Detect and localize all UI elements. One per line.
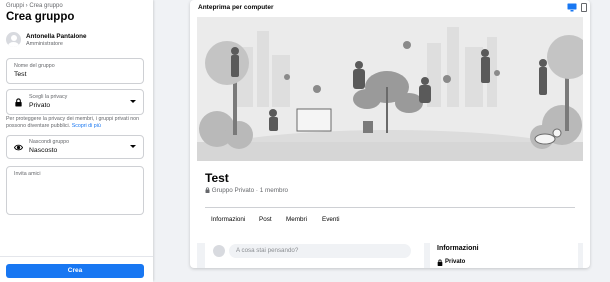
preview-title: Anteprima per computer	[198, 4, 274, 11]
learn-more-link[interactable]: Scopri di più	[72, 123, 101, 129]
hide-group-value: Nascosto	[29, 147, 58, 154]
admin-name: Antonella Pantalone	[26, 33, 87, 40]
cover-illustration	[197, 17, 583, 161]
post-input[interactable]: A cosa stai pensando?	[229, 244, 411, 258]
privacy-label: Scegli la privacy	[29, 94, 68, 100]
hide-group-label: Nascondi gruppo	[29, 139, 70, 145]
tab-eventi[interactable]: Eventi	[322, 216, 340, 223]
page-title: Crea gruppo	[6, 11, 75, 23]
create-button[interactable]: Crea	[6, 264, 144, 278]
mobile-icon[interactable]	[581, 3, 587, 12]
desktop-preview: Anteprima per computer Test Gruppo Priva…	[190, 0, 590, 268]
info-privacy: Privato	[445, 259, 466, 265]
invite-friends-label: Invita amici	[14, 171, 41, 177]
lock-icon	[205, 187, 210, 193]
lock-icon	[15, 98, 22, 107]
info-header: Informazioni	[437, 245, 479, 252]
divider	[205, 207, 575, 208]
privacy-value: Privato	[29, 102, 51, 109]
tab-membri[interactable]: Membri	[286, 216, 307, 223]
create-group-panel: Gruppi › Crea gruppo Crea gruppo Antonel…	[0, 0, 153, 282]
group-meta-text: Gruppo Privato · 1 membro	[211, 187, 289, 194]
group-name-field[interactable]: Nome del gruppo Test	[6, 58, 144, 84]
chevron-down-icon	[130, 145, 136, 148]
lock-icon	[437, 259, 443, 266]
group-name: Test	[205, 171, 229, 185]
tab-post[interactable]: Post	[259, 216, 272, 223]
group-meta: Gruppo Privato · 1 membro	[205, 187, 288, 194]
privacy-note: Per proteggere la privacy dei membri, i …	[6, 116, 148, 130]
admin-info: Antonella Pantalone Amministratore	[6, 32, 146, 50]
breadcrumb[interactable]: Gruppi › Crea gruppo	[6, 3, 63, 9]
privacy-select[interactable]: Scegli la privacy Privato	[6, 89, 144, 115]
group-header-card: Test Gruppo Privato · 1 membro Informazi…	[197, 17, 583, 243]
invite-friends-field[interactable]: Invita amici	[6, 166, 144, 215]
admin-role: Amministratore	[26, 41, 63, 47]
cover-image	[197, 17, 583, 161]
avatar	[213, 245, 225, 257]
tab-informazioni[interactable]: Informazioni	[211, 216, 245, 223]
preview-content: Test Gruppo Privato · 1 membro Informazi…	[197, 17, 583, 268]
chevron-down-icon	[130, 100, 136, 103]
group-name-label: Nome del gruppo	[14, 63, 55, 69]
avatar	[6, 32, 21, 47]
group-name-value[interactable]: Test	[14, 71, 26, 78]
post-composer: A cosa stai pensando?	[205, 239, 424, 268]
hide-group-select[interactable]: Nascondi gruppo Nascosto	[6, 135, 144, 159]
info-card: Informazioni Privato	[430, 239, 578, 268]
eye-icon	[14, 144, 23, 151]
desktop-icon[interactable]	[567, 3, 577, 12]
